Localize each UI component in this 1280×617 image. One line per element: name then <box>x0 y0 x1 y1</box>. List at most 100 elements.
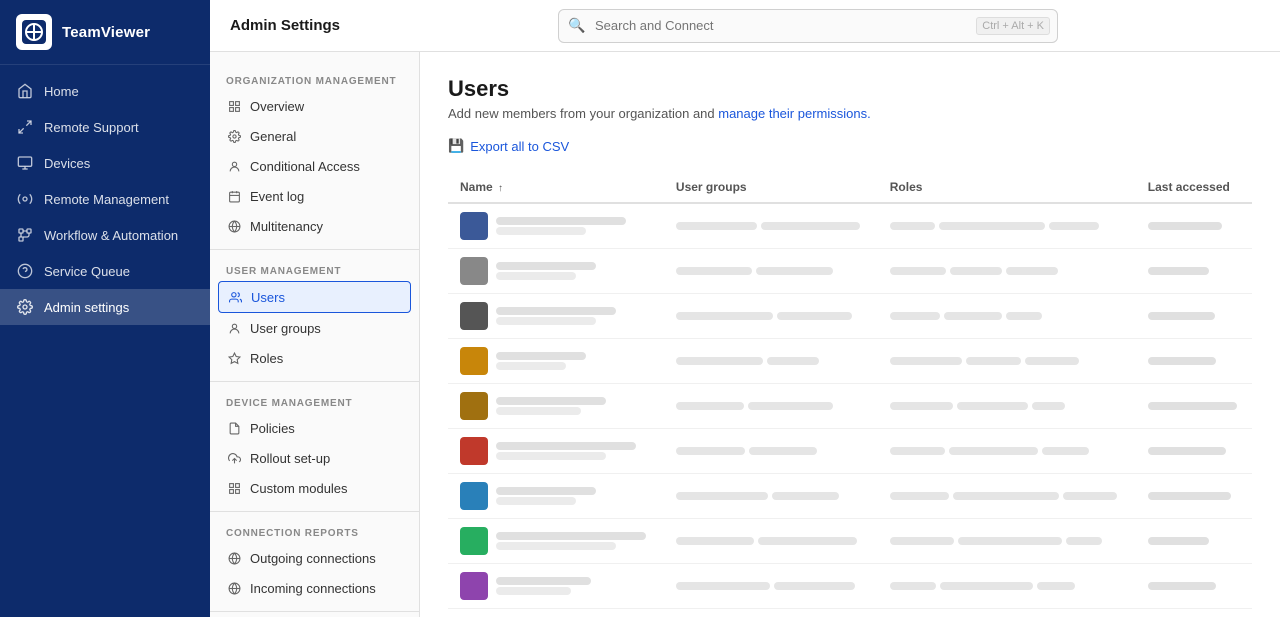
sidebar-item-devices[interactable]: Devices <box>0 145 210 181</box>
sidebar-item-remote-support[interactable]: Remote Support <box>0 109 210 145</box>
user-roles-cell <box>878 384 1136 429</box>
role-tag <box>890 492 949 500</box>
panel-divider-4 <box>210 611 419 612</box>
table-row[interactable] <box>448 339 1252 384</box>
user-email-line <box>496 227 586 235</box>
table-row[interactable] <box>448 474 1252 519</box>
role-tag <box>1063 492 1117 500</box>
user-roles-cell <box>878 294 1136 339</box>
sidebar-navigation: Home Remote Support Devices Remote Manag… <box>0 65 210 617</box>
panel-item-policies[interactable]: Policies <box>210 413 419 443</box>
sidebar-item-home-label: Home <box>44 84 79 99</box>
role-tag <box>1037 582 1075 590</box>
panel-item-custom-modules[interactable]: Custom modules <box>210 473 419 503</box>
last-accessed-cell <box>1136 474 1252 519</box>
content-area: ORGANIZATION MANAGEMENT Overview General… <box>210 52 1280 617</box>
last-accessed-cell <box>1136 249 1252 294</box>
panel-item-conditional-access[interactable]: Conditional Access <box>210 151 419 181</box>
panel-item-user-groups[interactable]: User groups <box>210 313 419 343</box>
panel-item-multitenancy-label: Multitenancy <box>250 219 323 234</box>
sidebar-item-home[interactable]: Home <box>0 73 210 109</box>
panel-item-outgoing-connections[interactable]: Outgoing connections <box>210 543 419 573</box>
user-groups-cell <box>664 564 878 609</box>
sidebar-logo: TeamViewer <box>0 0 210 65</box>
sidebar-item-service-queue[interactable]: Service Queue <box>0 253 210 289</box>
panel-item-multitenancy[interactable]: Multitenancy <box>210 211 419 241</box>
user-email-line <box>496 362 566 370</box>
user-name-cell <box>448 474 664 519</box>
last-accessed-cell <box>1136 203 1252 249</box>
panel-item-overview[interactable]: Overview <box>210 91 419 121</box>
panel-item-incoming-connections[interactable]: Incoming connections <box>210 573 419 603</box>
column-header-user-groups[interactable]: User groups <box>664 172 878 203</box>
last-accessed-value <box>1148 312 1215 320</box>
table-row[interactable] <box>448 519 1252 564</box>
export-csv-button[interactable]: 💾 Export all to CSV <box>448 138 569 154</box>
conditional-access-icon <box>226 158 242 174</box>
users-icon <box>227 289 243 305</box>
user-name-cell <box>448 203 664 249</box>
panel-item-rollout-setup[interactable]: Rollout set-up <box>210 443 419 473</box>
user-name-cell <box>448 339 664 384</box>
role-tag <box>1049 222 1099 230</box>
home-icon <box>16 82 34 100</box>
sidebar-item-admin-settings[interactable]: Admin settings <box>0 289 210 325</box>
page-content: Users Add new members from your organiza… <box>420 52 1280 617</box>
column-header-name[interactable]: Name ↑ <box>448 172 664 203</box>
panel-item-event-log[interactable]: Event log <box>210 181 419 211</box>
table-row[interactable] <box>448 294 1252 339</box>
user-groups-cell <box>664 339 878 384</box>
table-row[interactable] <box>448 249 1252 294</box>
table-row[interactable] <box>448 384 1252 429</box>
role-tag <box>890 447 945 455</box>
group-tag <box>777 312 852 320</box>
sidebar-item-workflow[interactable]: Workflow & Automation <box>0 217 210 253</box>
table-row[interactable] <box>448 564 1252 609</box>
panel-item-rollout-setup-label: Rollout set-up <box>250 451 330 466</box>
sidebar-item-remote-management[interactable]: Remote Management <box>0 181 210 217</box>
topbar: Admin Settings 🔍 Ctrl + Alt + K <box>210 0 1280 52</box>
user-groups-cell <box>664 384 878 429</box>
role-tag <box>1066 537 1102 545</box>
group-tag <box>676 357 763 365</box>
role-tag <box>950 267 1002 275</box>
role-tag <box>958 537 1062 545</box>
teamviewer-logo-icon <box>16 14 52 50</box>
role-tag <box>1006 267 1058 275</box>
table-row[interactable] <box>448 203 1252 249</box>
user-name-line <box>496 532 646 540</box>
outgoing-icon <box>226 550 242 566</box>
user-name-cell <box>448 384 664 429</box>
column-header-roles[interactable]: Roles <box>878 172 1136 203</box>
panel-divider-1 <box>210 249 419 250</box>
panel-item-roles[interactable]: Roles <box>210 343 419 373</box>
user-email-line <box>496 452 606 460</box>
devices-icon <box>16 154 34 172</box>
user-groups-cell <box>664 474 878 519</box>
search-shortcut: Ctrl + Alt + K <box>976 17 1050 35</box>
panel-item-policies-label: Policies <box>250 421 295 436</box>
panel-item-general[interactable]: General <box>210 121 419 151</box>
column-header-last-accessed[interactable]: Last accessed <box>1136 172 1252 203</box>
table-row[interactable] <box>448 609 1252 617</box>
users-table: Name ↑ User groups Roles Last accessed <box>448 172 1252 617</box>
avatar <box>460 572 488 600</box>
last-accessed-cell <box>1136 609 1252 617</box>
user-name-line <box>496 442 636 450</box>
user-name-line <box>496 577 591 585</box>
role-tag <box>890 312 940 320</box>
user-groups-cell <box>664 519 878 564</box>
table-row[interactable] <box>448 429 1252 474</box>
page-title: Users <box>448 76 1252 102</box>
role-tag <box>1006 312 1042 320</box>
user-email-line <box>496 407 581 415</box>
panel-item-users[interactable]: Users <box>218 281 411 313</box>
user-groups-cell <box>664 429 878 474</box>
manage-permissions-link[interactable]: manage their permissions. <box>718 106 870 121</box>
panel-item-custom-modules-label: Custom modules <box>250 481 348 496</box>
sidebar-item-remote-support-label: Remote Support <box>44 120 139 135</box>
user-name-line <box>496 307 616 315</box>
export-icon: 💾 <box>448 138 464 154</box>
user-email-line <box>496 542 616 550</box>
last-accessed-value <box>1148 582 1216 590</box>
